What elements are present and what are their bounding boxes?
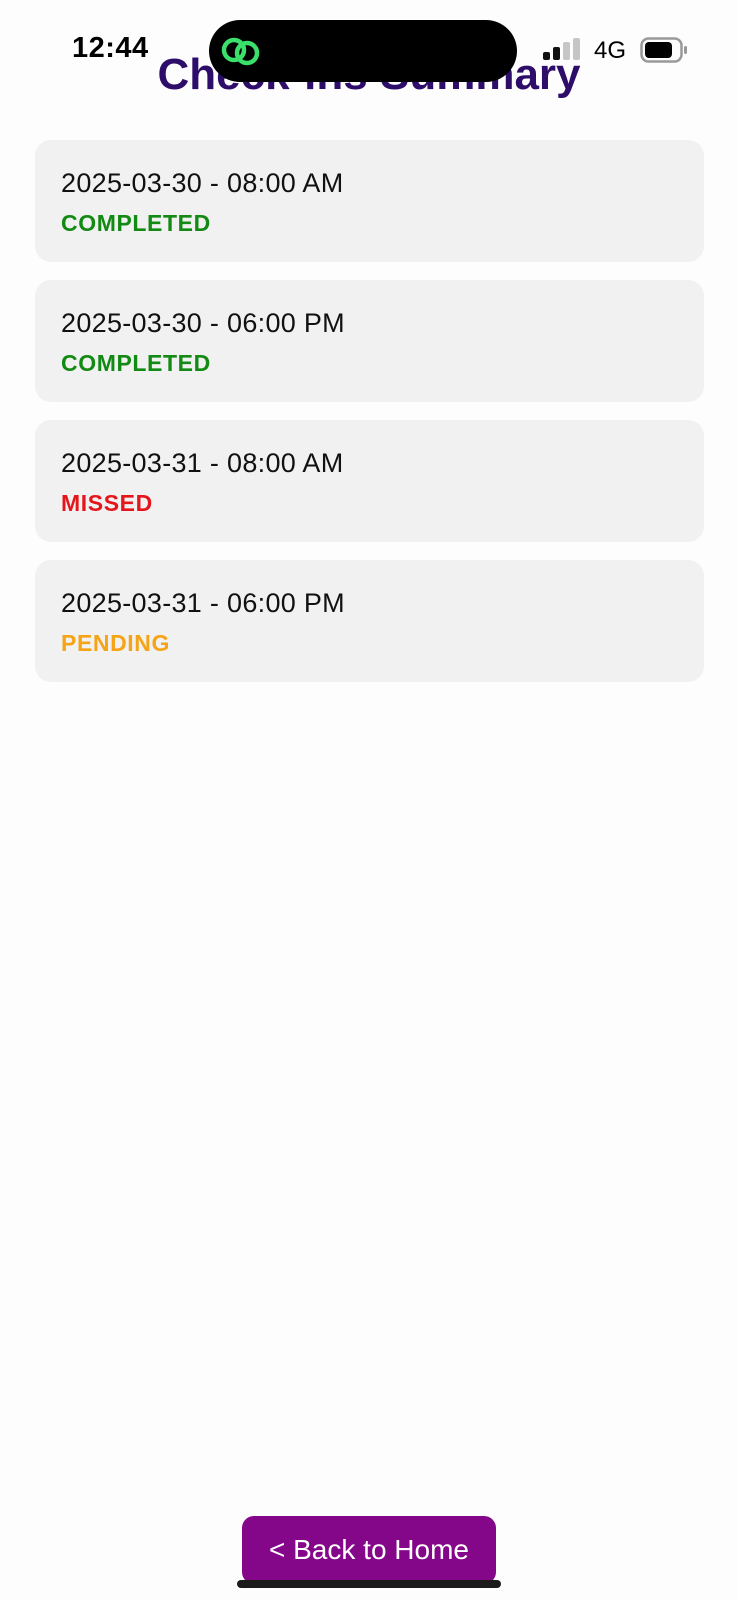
checkin-datetime: 2025-03-30 - 08:00 AM	[61, 168, 344, 198]
checkin-datetime: 2025-03-31 - 06:00 PM	[61, 588, 345, 618]
checkin-card[interactable]: 2025-03-30 - 06:00 PM COMPLETED	[35, 280, 704, 402]
status-time: 12:44	[72, 32, 149, 64]
status-bar: 12:44 4G	[0, 0, 738, 100]
checkin-status: PENDING	[61, 630, 170, 656]
checkin-status: COMPLETED	[61, 210, 211, 236]
chain-link-icon	[221, 37, 260, 66]
checkin-datetime: 2025-03-30 - 06:00 PM	[61, 308, 345, 338]
network-type: 4G	[594, 37, 627, 64]
dynamic-island	[209, 20, 517, 82]
home-indicator[interactable]	[237, 1580, 501, 1588]
checkin-datetime: 2025-03-31 - 08:00 AM	[61, 448, 344, 478]
back-to-home-button[interactable]: < Back to Home	[242, 1516, 496, 1584]
checkin-status: COMPLETED	[61, 350, 211, 376]
checkin-status: MISSED	[61, 490, 153, 516]
checkin-list: 2025-03-30 - 08:00 AM COMPLETED 2025-03-…	[35, 140, 704, 700]
cellular-signal-icon	[543, 38, 581, 60]
checkin-card[interactable]: 2025-03-31 - 06:00 PM PENDING	[35, 560, 704, 682]
checkin-card[interactable]: 2025-03-31 - 08:00 AM MISSED	[35, 420, 704, 542]
checkin-card[interactable]: 2025-03-30 - 08:00 AM COMPLETED	[35, 140, 704, 262]
battery-icon	[640, 37, 687, 63]
